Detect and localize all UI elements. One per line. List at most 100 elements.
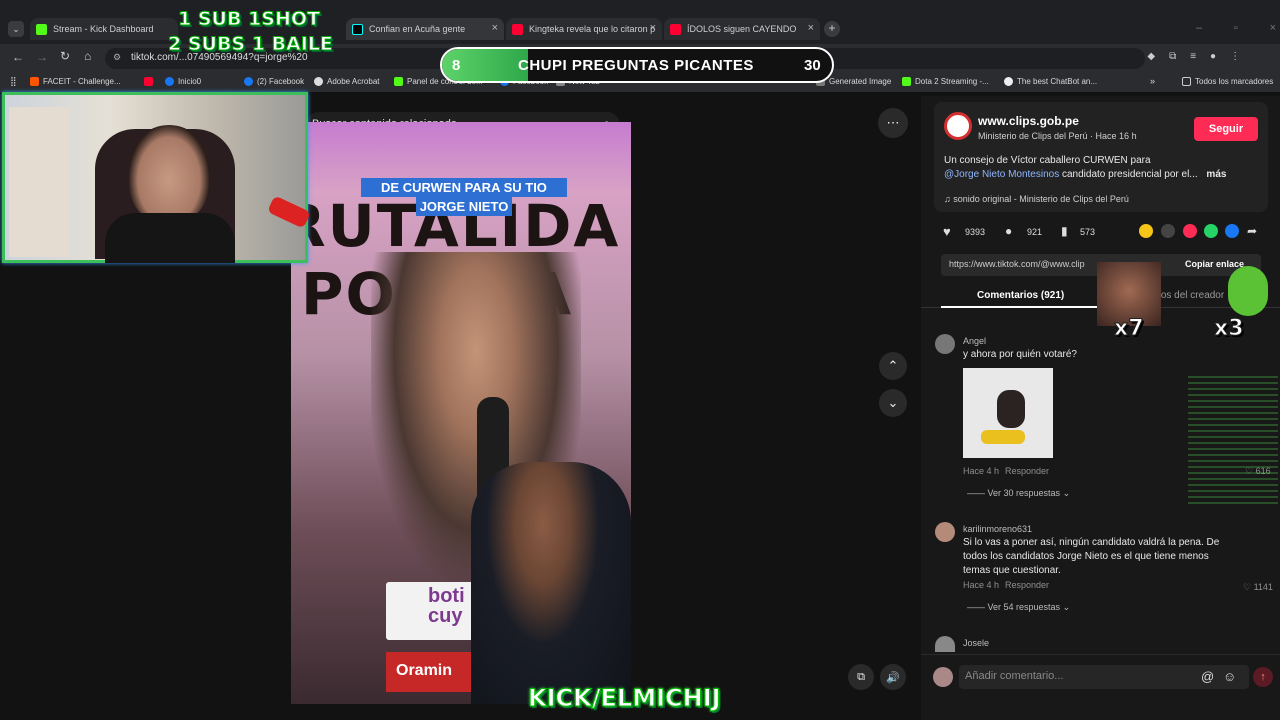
comment-author[interactable]: Josele (963, 638, 989, 648)
streamer-shirt (105, 213, 235, 263)
heart-outline-icon: ♡ (1243, 582, 1254, 592)
comment-author[interactable]: karilinmoreno631 (963, 524, 1032, 534)
bookmark-icon[interactable]: ▮ (1061, 224, 1068, 238)
puzzle-icon[interactable]: ⧉ (1169, 51, 1176, 66)
close-icon[interactable]: × (650, 22, 656, 34)
emoji-icon[interactable]: ☺ (1223, 669, 1236, 684)
bookmark-inicio[interactable]: Inicio0 (165, 77, 201, 86)
volume-button[interactable]: 🔊 (880, 664, 906, 690)
avatar[interactable] (935, 522, 955, 542)
poll-left-count: 8 (452, 57, 461, 74)
reply-button[interactable]: Responder (1005, 580, 1049, 590)
close-icon[interactable]: × (492, 22, 498, 34)
home-icon[interactable]: ⌂ (84, 49, 91, 63)
next-video-button[interactable]: ⌄ (879, 389, 907, 417)
tab-kick-dashboard[interactable]: Stream - Kick Dashboard (30, 18, 178, 40)
back-icon[interactable]: ← (12, 50, 24, 64)
view-replies-button[interactable]: —— Ver 54 respuestas ⌄ (967, 602, 1070, 613)
tab-label: ÍDOLOS siguen CAYENDO (687, 24, 797, 34)
mention-link[interactable]: @Jorge Nieto Montesinos (944, 169, 1059, 180)
tab-tiktok[interactable]: Confian en Acuña gente × (346, 18, 504, 40)
avatar[interactable] (935, 636, 955, 652)
webcam-frame (2, 92, 311, 263)
kick-icon (902, 77, 911, 86)
forward-icon[interactable]: → (36, 50, 48, 64)
copy-link-button[interactable]: Copiar enlace (1185, 259, 1244, 269)
bookmark-facebook[interactable]: (2) Facebook (244, 77, 304, 86)
media-icon[interactable]: ≡ (1190, 51, 1196, 66)
bookmark-all-folders[interactable]: Todos los marcadores (1182, 77, 1273, 86)
sound-info[interactable]: ♫ sonido original - Ministerio de Clips … (944, 194, 1129, 204)
music-note-icon: ♫ (944, 194, 951, 204)
tab-label: Confian en Acuña gente (369, 24, 466, 34)
shelf (9, 107, 69, 257)
coin-share-icon[interactable] (1139, 224, 1153, 238)
comment-author[interactable]: Angel (963, 336, 986, 346)
avatar (933, 667, 953, 687)
video-caption: DE CURWEN PARA SU TIO JORGE NIETO (361, 178, 567, 216)
sub-promo-line1: 1 SUB 1SHOT (178, 8, 321, 31)
share-arrow-icon[interactable]: ➦ (1247, 224, 1257, 238)
tab-comments[interactable]: Comentarios (921) (977, 290, 1064, 301)
heart-icon[interactable]: ♥ (943, 224, 951, 239)
minimize-icon[interactable]: – (1196, 22, 1202, 34)
bookmark-faceit[interactable]: FACEIT - Challenge... (30, 77, 121, 86)
maximize-icon[interactable]: ▫ (1234, 22, 1238, 34)
more-link[interactable]: más (1206, 169, 1226, 180)
site-info-icon[interactable]: ⚙ (113, 52, 121, 63)
tab-search-button[interactable]: ⌄ (8, 21, 24, 37)
tab-youtube-kingteka[interactable]: Kingteka revela que lo citaron p × (506, 18, 662, 40)
microphone (267, 195, 311, 229)
comment-gif[interactable] (963, 368, 1053, 458)
puppy-image (997, 390, 1025, 428)
mini-player-button[interactable]: ⧉ (848, 664, 874, 690)
tiktok-icon (352, 23, 363, 35)
kick-channel-tag: KICK/ELMICHIJ (528, 684, 722, 713)
video-player[interactable]: RUTALIDA POLÍ CA DE CURWEN PARA SU TIO J… (291, 122, 631, 704)
embed-icon[interactable] (1161, 224, 1175, 238)
tab-youtube-idolos[interactable]: ÍDOLOS siguen CAYENDO × (664, 18, 820, 40)
profile-icon[interactable]: ● (1210, 51, 1216, 66)
avatar[interactable] (935, 334, 955, 354)
bookmark-chatbot[interactable]: The best ChatBot an... (1004, 77, 1097, 86)
mention-icon[interactable]: @ (1201, 669, 1214, 684)
bookmark-acrobat[interactable]: Adobe Acrobat (314, 77, 379, 86)
menu-icon[interactable]: ⋮ (1230, 51, 1240, 66)
politician-cutout (471, 462, 631, 704)
tab-label: Kingteka revela que lo citaron p (529, 24, 656, 34)
faceit-icon (30, 77, 39, 86)
extension-icon[interactable]: ◆ (1147, 51, 1155, 66)
send-comment-button[interactable]: ↑ (1253, 667, 1273, 687)
whatsapp-icon[interactable] (1204, 224, 1218, 238)
comment-icon[interactable]: ● (1005, 224, 1012, 238)
youtube-icon (512, 23, 523, 35)
acrobat-icon (314, 77, 323, 86)
reply-button[interactable]: Responder (1005, 466, 1049, 476)
bookmark-youtube[interactable] (144, 77, 157, 86)
author-card: www.clips.gob.pe Ministerio de Clips del… (934, 102, 1268, 212)
more-options-button[interactable]: ⋯ (878, 108, 908, 138)
comment-likes[interactable]: ♡ 1141 (1243, 582, 1273, 593)
send-icon[interactable] (1183, 224, 1197, 238)
streamer-face (129, 125, 209, 225)
more-bookmarks-icon[interactable]: » (1150, 76, 1155, 86)
comment-text: Si lo vas a poner así, ningún candidato … (963, 537, 1220, 576)
reload-icon[interactable]: ↻ (60, 49, 70, 63)
facebook-icon[interactable] (1225, 224, 1239, 238)
close-window-icon[interactable]: × (1270, 22, 1276, 34)
bookmark-dota[interactable]: Dota 2 Streaming -... (902, 77, 989, 86)
previous-video-button[interactable]: ⌃ (879, 352, 907, 380)
author-subtitle: Ministerio de Clips del Perú · Hace 16 h (978, 131, 1137, 141)
apps-icon[interactable]: ⣿ (10, 76, 17, 87)
author-name[interactable]: www.clips.gob.pe (978, 114, 1079, 128)
comment-input[interactable]: Añadir comentario... @ ☺ (959, 665, 1249, 689)
author-avatar[interactable] (944, 112, 972, 140)
comments-count: 921 (1027, 227, 1043, 237)
follow-button[interactable]: Seguir (1194, 117, 1258, 141)
view-replies-button[interactable]: —— Ver 30 respuestas ⌄ (967, 488, 1070, 499)
close-icon[interactable]: × (808, 22, 814, 34)
tab-label: Stream - Kick Dashboard (53, 24, 154, 34)
kermit-sticker (1228, 266, 1268, 316)
new-tab-button[interactable]: + (824, 21, 840, 37)
kick-icon (36, 23, 47, 35)
